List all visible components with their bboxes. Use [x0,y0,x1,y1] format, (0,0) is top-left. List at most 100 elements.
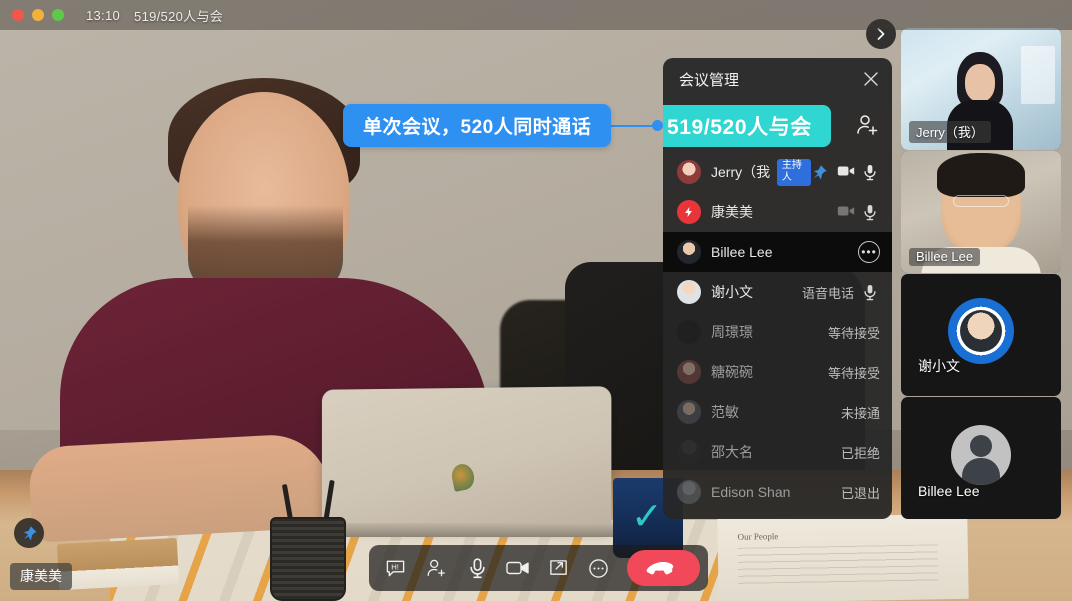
add-person-icon[interactable] [418,548,456,588]
row-actions: 已退出 [841,483,880,502]
participant-count-badge: 519/520人与会 [663,105,831,147]
participant-name: 糖碗碗 [711,364,753,380]
table-row[interactable]: 谢小文 语音电话 [663,272,892,312]
participant-name: 范敏 [711,404,739,420]
minimize-window-button[interactable] [32,9,44,21]
glasses [953,195,1009,207]
close-window-button[interactable] [12,9,24,21]
tile-label: Billee Lee [909,248,981,266]
table-row[interactable]: 范敏 未接通 [663,392,892,432]
pin-icon[interactable] [14,518,44,548]
hangup-button[interactable] [626,550,700,586]
row-actions[interactable] [837,204,880,221]
row-actions: 已拒绝 [841,443,880,462]
add-person-icon[interactable] [854,112,880,138]
participant-name: 谢小文 [711,284,753,300]
participant-name: Billee Lee [711,244,773,260]
hair [937,153,1025,197]
panel-header: 会议管理 [663,58,892,100]
participant-status: 未接通 [840,405,880,421]
callout-dot [652,120,663,131]
row-actions[interactable] [811,164,880,181]
participant-status: 语音电话 [801,285,854,301]
avatar [677,480,701,504]
table-row[interactable]: 周璟璟 等待接受 [663,312,892,352]
video-tile-xiexiaowen[interactable]: 谢小文 [901,274,1061,396]
window-title: 519/520人与会 [134,8,224,24]
row-actions[interactable]: ••• [858,241,880,263]
laptop-logo [449,461,477,492]
title-bar: 13:10 519/520人与会 [0,0,1072,30]
more-icon[interactable]: ••• [858,241,880,263]
participant-status: 等待接受 [827,325,880,341]
share-screen-icon[interactable] [539,548,577,588]
tile-label: Jerry（我） [909,121,991,143]
pin-icon[interactable] [811,164,828,181]
participant-list[interactable]: Jerry（我） 主持人 [663,152,892,512]
table-row[interactable]: 糖碗碗 等待接受 [663,352,892,392]
meeting-app-window: ✓ Our People 13:10 519/520人与会 康美美 单次会议，5… [0,0,1072,601]
svg-text:H!: H! [392,562,400,571]
participant-name: Edison Shan [711,484,791,500]
avatar [677,160,701,184]
avatar-body [962,458,1000,485]
avatar [960,310,1002,352]
avatar [677,200,701,224]
video-tile-billee-audio[interactable]: Billee Lee [901,397,1061,519]
table-row[interactable]: 邵大名 已拒绝 [663,432,892,472]
pen-holder [270,517,346,601]
avatar [677,280,701,304]
avatar [677,240,701,264]
participant-status: 等待接受 [827,365,880,381]
laptop-base [300,523,630,537]
participant-name: 邵大名 [711,444,753,460]
meeting-toolbar: H! [369,545,708,591]
mic-icon[interactable] [863,164,880,181]
participant-name: 康美美 [711,204,753,220]
camera-icon[interactable] [499,548,537,588]
video-tile-billee[interactable]: Billee Lee [901,151,1061,273]
participant-name: Jerry（我） [711,164,770,180]
paper-heading: Our People [737,531,779,542]
table-row[interactable]: Billee Lee ••• [663,232,892,272]
meeting-management-panel: 会议管理 519/520人与会 Jerry（我） 主持人 [663,58,892,519]
avatar [677,320,701,344]
avatar [951,425,1011,485]
participant-status: 已退出 [840,485,880,501]
row-actions: 未接通 [841,403,880,422]
participant-count-row: 519/520人与会 [663,100,892,152]
participant-name: 周璟璟 [711,324,753,340]
camera-icon[interactable] [837,164,855,181]
mic-icon[interactable] [863,284,880,301]
panel-title: 会议管理 [679,71,740,89]
close-icon[interactable] [860,68,882,90]
video-tile-jerry[interactable]: Jerry（我） [901,28,1061,150]
self-view-name: 康美美 [10,563,72,590]
participant-status: 已拒绝 [840,445,880,461]
paper-lines [737,544,939,588]
zoom-window-button[interactable] [52,9,64,21]
tile-label: 谢小文 [918,358,960,374]
more-icon[interactable] [580,548,618,588]
chat-icon[interactable]: H! [377,548,415,588]
avatar-head [970,435,992,457]
printed-paper: Our People [717,513,969,601]
participant-video-sidebar: Jerry（我） Billee Lee 谢小文 Billee Lee [901,28,1061,519]
mic-icon[interactable] [863,204,880,221]
status-badge: 主持人 [776,158,811,186]
mic-icon[interactable] [458,548,496,588]
laptop-lid [321,386,612,530]
callout-connector [608,125,656,127]
table-row[interactable]: 康美美 [663,192,892,232]
more-dots: ••• [861,245,877,259]
row-actions[interactable]: 语音电话 [802,283,880,302]
window-background [1021,46,1055,104]
tile-label: Billee Lee [918,483,980,499]
row-actions: 等待接受 [828,323,880,342]
camera-icon[interactable] [837,204,855,221]
table-row[interactable]: Edison Shan 已退出 [663,472,892,512]
row-actions: 等待接受 [828,363,880,382]
callout-label: 单次会议，520人同时通话 [343,104,612,147]
table-row[interactable]: Jerry（我） 主持人 [663,152,892,192]
check-logo: ✓ [631,496,663,538]
